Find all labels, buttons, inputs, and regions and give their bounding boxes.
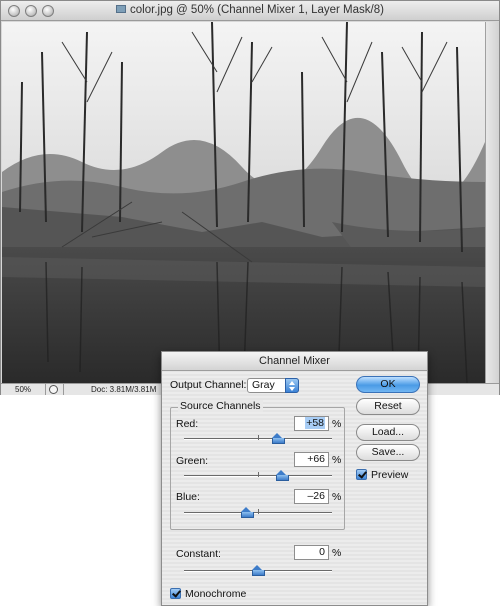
green-label: Green:: [176, 455, 209, 467]
source-channels-label: Source Channels: [178, 400, 263, 412]
status-divider: [45, 384, 46, 395]
blue-value: –26: [307, 490, 325, 502]
slider-center-tick: [258, 472, 259, 477]
output-channel-value: Gray: [252, 379, 275, 391]
popup-arrows-icon: [285, 378, 299, 393]
info-icon[interactable]: [49, 385, 58, 394]
red-slider-thumb[interactable]: [272, 433, 285, 444]
monochrome-label[interactable]: Monochrome: [185, 588, 246, 600]
output-channel-label: Output Channel:: [170, 379, 247, 391]
green-slider-thumb[interactable]: [276, 470, 289, 481]
constant-value: 0: [319, 546, 325, 558]
document-title: color.jpg @ 50% (Channel Mixer 1, Layer …: [130, 4, 384, 16]
constant-label: Constant:: [176, 548, 221, 560]
save-button[interactable]: Save...: [356, 444, 420, 461]
reset-button[interactable]: Reset: [356, 398, 420, 415]
document-window: color.jpg @ 50% (Channel Mixer 1, Layer …: [0, 0, 500, 395]
percent-sign: %: [332, 491, 342, 503]
dialog-title: Channel Mixer: [162, 352, 427, 371]
blue-value-field[interactable]: –26: [294, 489, 329, 504]
load-button[interactable]: Load...: [356, 424, 420, 441]
monochrome-checkbox[interactable]: [170, 588, 181, 599]
red-label: Red:: [176, 418, 199, 430]
red-value: +58: [305, 417, 325, 429]
blue-label: Blue:: [176, 491, 200, 503]
slider-center-tick: [258, 509, 259, 514]
document-title-wrap: color.jpg @ 50% (Channel Mixer 1, Layer …: [1, 4, 499, 16]
image-canvas[interactable]: [2, 22, 485, 383]
percent-sign: %: [332, 547, 342, 559]
file-icon: [116, 5, 127, 13]
document-titlebar[interactable]: color.jpg @ 50% (Channel Mixer 1, Layer …: [1, 1, 499, 21]
red-value-field[interactable]: +58: [294, 416, 329, 431]
status-divider: [63, 384, 64, 395]
green-value: +66: [307, 453, 325, 465]
channel-mixer-dialog: Channel Mixer Output Channel: Gray Sourc…: [161, 351, 428, 606]
winter-swamp-photo: [2, 22, 485, 383]
percent-sign: %: [332, 418, 342, 430]
vertical-scrollbar[interactable]: [485, 22, 499, 383]
output-channel-select[interactable]: Gray: [247, 378, 299, 393]
preview-checkbox[interactable]: [356, 469, 367, 480]
ok-button[interactable]: OK: [356, 376, 420, 393]
constant-value-field[interactable]: 0: [294, 545, 329, 560]
blue-slider-thumb[interactable]: [241, 507, 254, 518]
slider-center-tick: [258, 435, 259, 440]
zoom-level[interactable]: 50%: [15, 385, 31, 394]
green-value-field[interactable]: +66: [294, 452, 329, 467]
percent-sign: %: [332, 454, 342, 466]
doc-size-info: Doc: 3.81M/3.81M: [91, 385, 157, 394]
constant-slider-thumb[interactable]: [252, 565, 265, 576]
preview-label[interactable]: Preview: [371, 469, 408, 481]
